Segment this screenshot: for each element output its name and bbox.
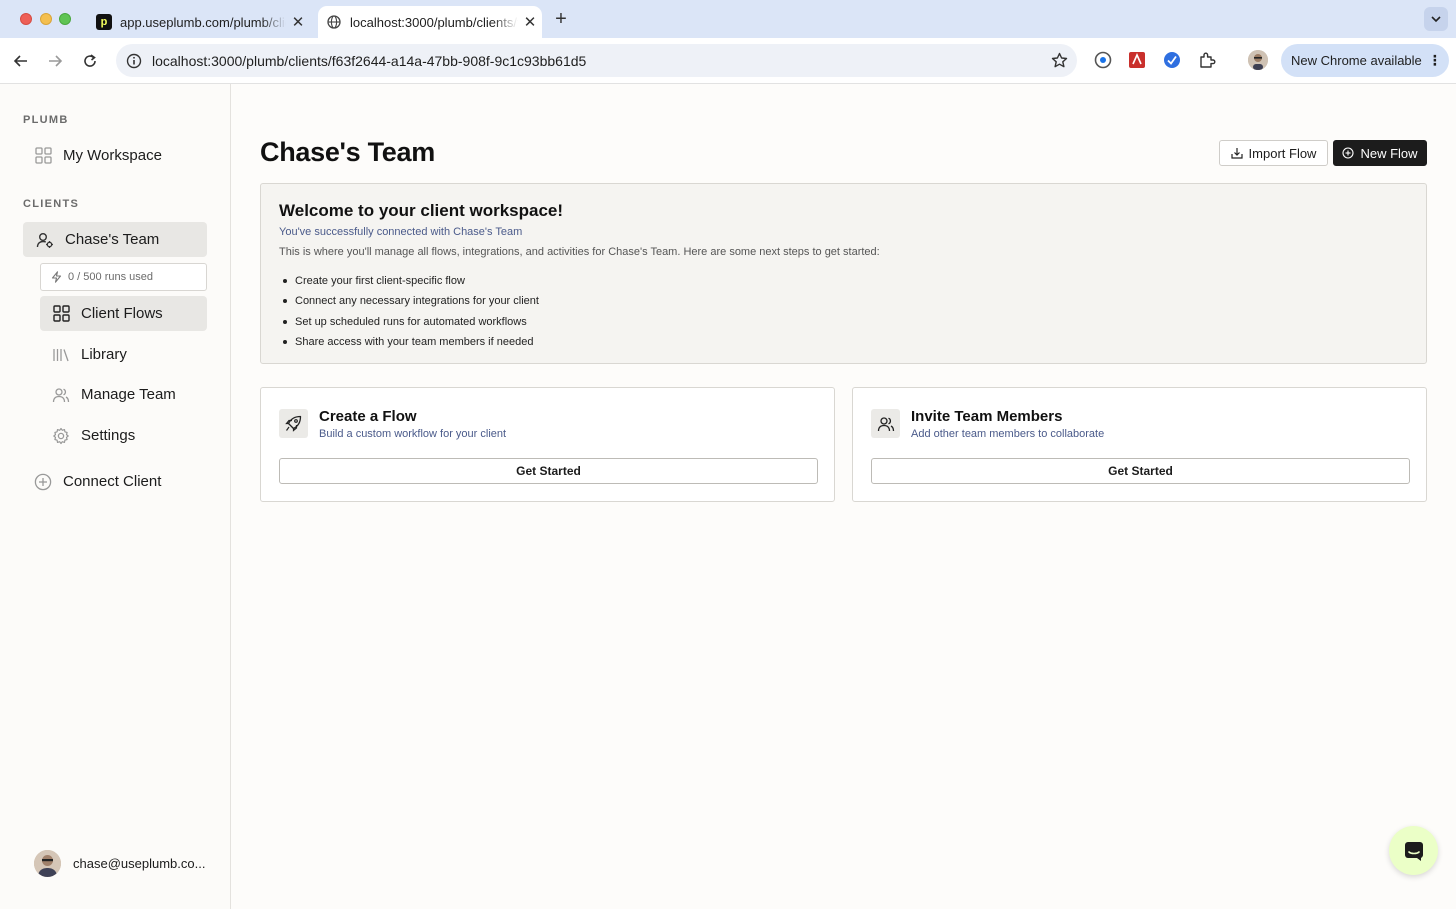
sidebar-item-label: My Workspace [63, 147, 162, 164]
users-icon [51, 385, 71, 405]
red-extension-icon[interactable] [1127, 50, 1147, 70]
sidebar-item-library[interactable]: Library [40, 337, 207, 372]
profile-avatar[interactable] [1248, 50, 1268, 70]
tab-close-icon[interactable]: ✕ [518, 13, 542, 31]
arrow-left-icon [13, 55, 27, 67]
password-manager-extension-icon[interactable] [1093, 50, 1113, 70]
create-flow-card: Create a Flow Build a custom workflow fo… [260, 387, 835, 502]
bookmark-star-icon[interactable] [1041, 52, 1077, 69]
chat-icon [1404, 841, 1423, 861]
tab-search-button[interactable] [1424, 7, 1448, 31]
welcome-heading: Welcome to your client workspace! [279, 201, 564, 220]
welcome-panel: Welcome to your client workspace! You've… [260, 183, 1427, 364]
invite-team-card: Invite Team Members Add other team membe… [852, 387, 1427, 502]
new-flow-label: New Flow [1360, 145, 1418, 161]
sidebar-item-settings[interactable]: Settings [40, 418, 207, 453]
support-chat-button[interactable] [1389, 826, 1438, 875]
browser-toolbar: localhost:3000/plumb/clients/f63f2644-a1… [0, 38, 1456, 84]
chevron-down-icon [1431, 16, 1441, 23]
sidebar-item-manage-team[interactable]: Manage Team [40, 377, 207, 412]
grid-icon [51, 304, 71, 324]
tab-title: localhost:3000/plumb/clients/f63f2644 [350, 14, 518, 30]
sidebar-item-label: Settings [81, 427, 136, 444]
back-button[interactable] [9, 49, 33, 73]
plumb-logo-icon: p [96, 14, 112, 30]
new-tab-button[interactable]: + [550, 9, 572, 31]
browser-tab-bar: p app.useplumb.com/plumb/clients/f63f264… [0, 0, 1456, 38]
card-subtitle: Add other team members to collaborate [911, 428, 1105, 440]
gear-icon [51, 426, 71, 446]
runs-used-text: 0 / 500 runs used [68, 271, 154, 283]
next-steps-list: Create your first client-specific flow C… [279, 271, 539, 352]
get-started-button[interactable]: Get Started [279, 458, 818, 484]
page-title: Chase's Team [260, 137, 435, 167]
browser-tab-active[interactable]: localhost:3000/plumb/clients/f63f2644 ✕ [318, 6, 542, 38]
card-title: Create a Flow [319, 408, 417, 425]
sidebar-item-client-chases-team[interactable]: Chase's Team [23, 222, 207, 257]
address-bar[interactable]: localhost:3000/plumb/clients/f63f2644-a1… [116, 44, 1077, 77]
rocket-icon [279, 409, 308, 438]
reload-icon [84, 54, 96, 67]
section-label-plumb: PLUMB [23, 114, 69, 126]
new-flow-button[interactable]: New Flow [1333, 140, 1427, 166]
tab-close-icon[interactable]: ✕ [286, 13, 310, 31]
sidebar-item-my-workspace[interactable]: My Workspace [23, 138, 207, 173]
site-info-icon[interactable] [118, 53, 150, 69]
user-email: chase@useplumb.co... [73, 855, 206, 871]
list-item: Connect any necessary integrations for y… [279, 291, 539, 311]
forward-button[interactable] [43, 49, 67, 73]
sidebar-item-label: Manage Team [81, 386, 176, 403]
user-menu[interactable]: chase@useplumb.co... [34, 849, 205, 877]
more-vertical-icon[interactable]: ⋮ [1428, 52, 1442, 69]
welcome-subtitle: You've successfully connected with Chase… [279, 226, 523, 238]
sidebar-item-label: Client Flows [81, 305, 163, 322]
card-title: Invite Team Members [911, 408, 1063, 425]
welcome-description: This is where you'll manage all flows, i… [279, 246, 880, 258]
user-settings-icon [35, 230, 55, 250]
arrow-right-icon [49, 55, 63, 67]
tab-title: app.useplumb.com/plumb/clients/f63f2644 [120, 14, 286, 30]
avatar [34, 849, 61, 877]
url-text: localhost:3000/plumb/clients/f63f2644-a1… [152, 52, 587, 69]
blue-check-extension-icon[interactable] [1162, 50, 1182, 70]
sidebar: PLUMB My Workspace CLIENTS Chase's Team … [0, 84, 231, 909]
lightning-icon [51, 271, 62, 283]
window-minimize-button[interactable] [40, 13, 52, 25]
import-flow-button[interactable]: Import Flow [1219, 140, 1328, 166]
reload-button[interactable] [78, 49, 102, 73]
import-icon [1230, 147, 1243, 159]
import-flow-label: Import Flow [1248, 145, 1317, 161]
list-item: Share access with your team members if n… [279, 332, 539, 352]
sidebar-item-label: Library [81, 346, 127, 363]
globe-icon [326, 14, 342, 30]
window-close-button[interactable] [20, 13, 32, 25]
plus-circle-icon [1342, 147, 1355, 159]
card-subtitle: Build a custom workflow for your client [319, 428, 507, 440]
plus-circle-icon [33, 472, 53, 492]
section-label-clients: CLIENTS [23, 198, 80, 210]
list-item: Create your first client-specific flow [279, 271, 539, 291]
sidebar-item-label: Connect Client [63, 473, 162, 490]
new-chrome-label: New Chrome available [1291, 53, 1422, 68]
library-icon [51, 345, 71, 365]
runs-used-badge: 0 / 500 runs used [40, 263, 207, 291]
users-icon [871, 409, 900, 438]
sidebar-item-client-flows[interactable]: Client Flows [40, 296, 207, 331]
extensions-puzzle-icon[interactable] [1197, 50, 1217, 70]
get-started-button[interactable]: Get Started [871, 458, 1410, 484]
connect-client-button[interactable]: Connect Client [23, 464, 207, 499]
sidebar-item-label: Chase's Team [65, 231, 160, 248]
window-zoom-button[interactable] [59, 13, 71, 25]
grid-icon [33, 146, 53, 166]
list-item: Set up scheduled runs for automated work… [279, 312, 539, 332]
browser-tab[interactable]: p app.useplumb.com/plumb/clients/f63f264… [88, 6, 310, 38]
new-chrome-available-button[interactable]: New Chrome available ⋮ [1281, 44, 1449, 77]
